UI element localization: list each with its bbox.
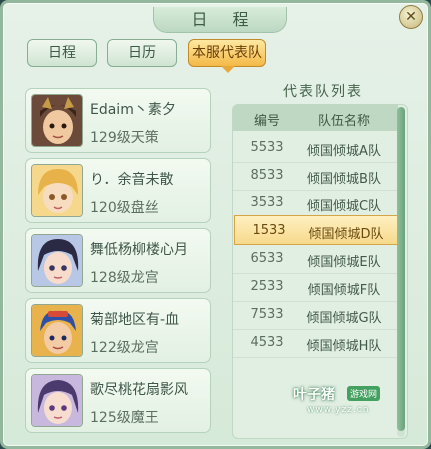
- tab-server-team[interactable]: 本服代表队: [188, 39, 266, 67]
- blue-hair-boy-avatar: [31, 304, 83, 357]
- player-level-class: 128级龙宫: [90, 270, 159, 286]
- player-level-class: 122级龙宫: [90, 340, 159, 356]
- team-code: 4533: [250, 335, 284, 350]
- schedule-window: 日 程 ✕ 日程 日历 本服代表队 Edaim丶素夕 129级天策 り．余音未散…: [0, 0, 431, 449]
- team-code: 5533: [250, 140, 284, 155]
- purple-hair-girl-avatar: [31, 374, 83, 427]
- team-code: 2533: [250, 279, 284, 294]
- player-card[interactable]: り．余音未散 120级盘丝: [25, 158, 211, 223]
- player-card[interactable]: 舞低杨柳楼心月 128级龙宫: [25, 228, 211, 293]
- team-row[interactable]: 3533 倾国倾城C队: [233, 188, 398, 218]
- team-code: 6533: [250, 251, 284, 266]
- team-row[interactable]: 6533 倾国倾城E队: [233, 244, 398, 274]
- player-name: 菊部地区有-血: [90, 312, 180, 328]
- window-title: 日 程: [153, 7, 287, 33]
- team-name: 倾国倾城A队: [307, 144, 381, 159]
- column-header-name: 队伍名称: [317, 114, 370, 129]
- team-name: 倾国倾城D队: [308, 227, 384, 242]
- team-name: 倾国倾城G队: [306, 311, 382, 326]
- player-name: り．余音未散: [90, 172, 174, 188]
- close-button[interactable]: ✕: [399, 5, 423, 29]
- team-name: 倾国倾城E队: [307, 255, 381, 270]
- team-list-header: 编号 队伍名称: [233, 105, 398, 131]
- player-card[interactable]: Edaim丶素夕 129级天策: [25, 88, 211, 153]
- player-name: 舞低杨柳楼心月: [90, 242, 188, 258]
- team-code: 3533: [250, 195, 284, 210]
- watermark-url: www.yzz.cn: [307, 405, 370, 415]
- site-watermark: 叶子猪 游戏网 www.yzz.cn: [293, 384, 415, 424]
- blonde-girl-avatar: [31, 164, 83, 217]
- player-level-class: 125级魔王: [90, 410, 159, 426]
- team-code: 1533: [252, 223, 286, 238]
- team-name: 倾国倾城C队: [306, 199, 382, 214]
- team-list-title: 代表队列表: [283, 84, 363, 100]
- team-name: 倾国倾城F队: [307, 283, 381, 298]
- watermark-badge: 游戏网: [347, 386, 381, 401]
- active-tab-arrow-icon: [221, 66, 235, 73]
- team-code: 8533: [250, 168, 284, 183]
- scrollbar-thumb[interactable]: [397, 107, 405, 431]
- team-row[interactable]: 7533 倾国倾城G队: [233, 300, 398, 330]
- team-name: 倾国倾城B队: [307, 172, 381, 187]
- player-level-class: 120级盘丝: [90, 200, 159, 216]
- player-card[interactable]: 歌尽桃花扇影风 125级魔王: [25, 368, 211, 433]
- team-row[interactable]: 5533 倾国倾城A队: [233, 133, 398, 163]
- team-code: 7533: [250, 307, 284, 322]
- player-level-class: 129级天策: [90, 130, 159, 146]
- team-name: 倾国倾城H队: [306, 339, 382, 354]
- tab-calendar[interactable]: 日历: [107, 39, 177, 67]
- team-row[interactable]: 4533 倾国倾城H队: [233, 328, 398, 358]
- player-card[interactable]: 菊部地区有-血 122级龙宫: [25, 298, 211, 363]
- column-header-code: 编号: [253, 114, 280, 129]
- team-row[interactable]: 2533 倾国倾城F队: [233, 272, 398, 302]
- watermark-logo-text: 叶子猪: [293, 387, 335, 403]
- player-name: 歌尽桃花扇影风: [90, 382, 188, 398]
- close-icon: ✕: [405, 9, 417, 25]
- player-name: Edaim丶素夕: [90, 102, 176, 118]
- tab-schedule[interactable]: 日程: [27, 39, 97, 67]
- team-row-selected[interactable]: 1533 倾国倾城D队: [234, 215, 404, 245]
- team-row[interactable]: 8533 倾国倾城B队: [233, 161, 398, 191]
- boy-warrior-avatar: [31, 94, 83, 147]
- dark-hair-girl-avatar: [31, 234, 83, 287]
